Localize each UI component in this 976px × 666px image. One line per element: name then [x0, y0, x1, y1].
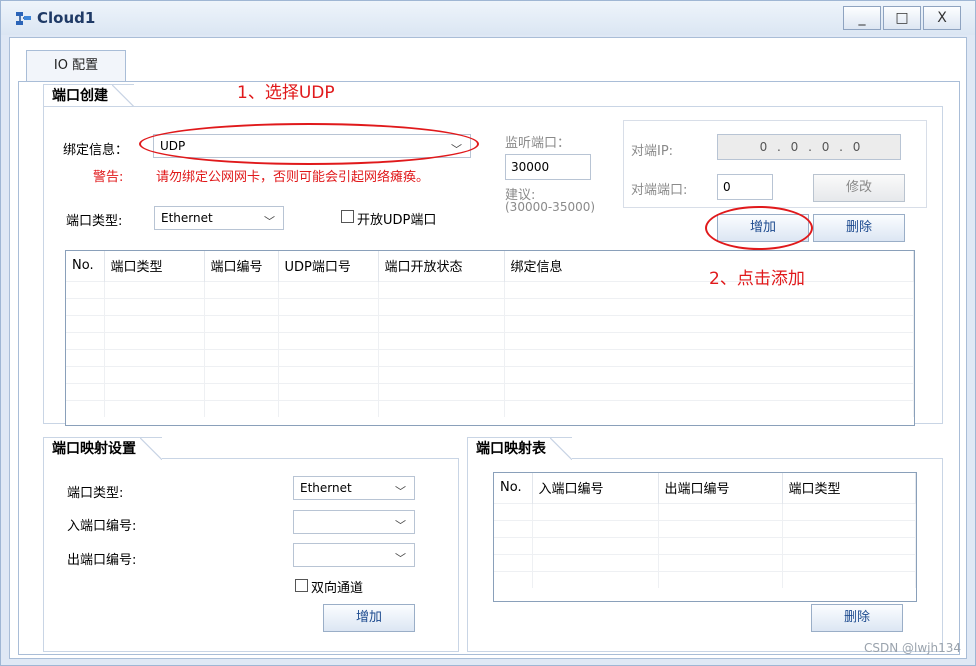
table-row [494, 519, 916, 537]
listen-port-label: 监听端口： [505, 136, 571, 151]
watermark: CSDN @lwjh134 [863, 641, 961, 655]
bind-info-label: 绑定信息： [63, 143, 129, 158]
peer-port-input[interactable]: 0 [717, 174, 773, 200]
column-header[interactable]: 出端口编号 [658, 473, 783, 503]
column-header[interactable]: UDP端口号 [278, 251, 379, 281]
table-row [494, 570, 916, 588]
modify-button[interactable]: 修改 [813, 174, 905, 202]
minimize-button[interactable]: _ [843, 6, 881, 30]
tab-io-config[interactable]: IO 配置 [26, 50, 126, 82]
table-row [66, 399, 914, 417]
cloud-app-icon [16, 12, 31, 25]
table-row [66, 382, 914, 400]
mapping-port-type-select[interactable]: Ethernet ﹀ [293, 476, 415, 500]
port-type-select[interactable]: Ethernet ﹀ [154, 206, 284, 230]
open-udp-checkbox[interactable] [341, 210, 354, 223]
in-port-label: 入端口编号: [67, 519, 137, 534]
port-type-value: Ethernet [161, 211, 213, 225]
open-udp-label: 开放UDP端口 [357, 213, 437, 228]
port-create-section-title: 端口创建 [43, 84, 134, 107]
chevron-down-icon: ﹀ [395, 485, 406, 498]
bidirectional-checkbox[interactable] [295, 579, 308, 592]
column-header[interactable]: 入端口编号 [532, 473, 659, 503]
title-bar[interactable]: Cloud1 _ □ X [1, 1, 975, 35]
maximize-button[interactable]: □ [883, 6, 921, 30]
table-row [66, 314, 914, 332]
column-header[interactable]: 端口开放状态 [378, 251, 505, 281]
io-config-panel: 端口创建 绑定信息： UDP ﹀ 警告: 请勿绑定公网网卡，否则可能会引起网络瘫… [18, 81, 960, 655]
listen-port-input[interactable]: 30000 [505, 154, 591, 180]
delete-mapping-button[interactable]: 删除 [811, 604, 903, 632]
port-mapping-section-title: 端口映射设置 [43, 437, 162, 460]
annotation-ellipse-add-button [705, 206, 813, 250]
window-title: Cloud1 [37, 9, 96, 27]
bidirectional-label: 双向通道 [311, 581, 364, 596]
peer-port-label: 对端端口: [631, 183, 688, 198]
column-header[interactable]: 端口类型 [104, 251, 205, 281]
column-header[interactable]: 端口类型 [782, 473, 916, 503]
column-header[interactable]: 端口编号 [204, 251, 279, 281]
warning-label: 警告: [93, 170, 124, 185]
table-row [66, 348, 914, 366]
annotation-step2: 2、点击添加 [709, 269, 805, 289]
chevron-down-icon: ﹀ [264, 215, 275, 228]
delete-port-button[interactable]: 删除 [813, 214, 905, 242]
out-port-label: 出端口编号: [67, 553, 137, 568]
add-mapping-button[interactable]: 增加 [323, 604, 415, 632]
mapping-port-type-label: 端口类型: [67, 486, 124, 501]
table-row [494, 536, 916, 554]
mapping-table-header-row: No. 入端口编号 出端口编号 端口类型 [494, 473, 916, 503]
column-header[interactable]: No. [494, 473, 533, 503]
out-port-select[interactable]: ﹀ [293, 543, 415, 567]
annotation-ellipse-bind-info [139, 123, 479, 165]
window-client-area: IO 配置 端口创建 绑定信息： UDP ﹀ 警告: 请勿绑定公网网卡，否则可能… [9, 37, 967, 659]
table-row [494, 502, 916, 520]
peer-ip-input[interactable]: 0 . 0 . 0 . 0 [717, 134, 901, 160]
chevron-down-icon: ﹀ [395, 552, 406, 565]
port-type-label: 端口类型: [66, 214, 123, 229]
table-row [494, 553, 916, 571]
table-row [66, 297, 914, 315]
close-button[interactable]: X [923, 6, 961, 30]
table-row [66, 331, 914, 349]
suggest-range: (30000-35000) [505, 200, 596, 214]
cloud1-window: Cloud1 _ □ X IO 配置 端口创建 绑定信息： UDP ﹀ 警告: … [0, 0, 976, 666]
chevron-down-icon: ﹀ [395, 519, 406, 532]
annotation-step1: 1、选择UDP [237, 83, 335, 103]
mapping-table-section-title: 端口映射表 [467, 437, 572, 460]
table-row [66, 365, 914, 383]
port-mapping-table[interactable]: No. 入端口编号 出端口编号 端口类型 [493, 472, 917, 602]
in-port-select[interactable]: ﹀ [293, 510, 415, 534]
warning-text: 请勿绑定公网网卡，否则可能会引起网络瘫痪。 [156, 170, 430, 185]
mapping-port-type-value: Ethernet [300, 481, 352, 495]
column-header[interactable]: No. [66, 251, 105, 281]
peer-ip-label: 对端IP: [631, 144, 674, 159]
